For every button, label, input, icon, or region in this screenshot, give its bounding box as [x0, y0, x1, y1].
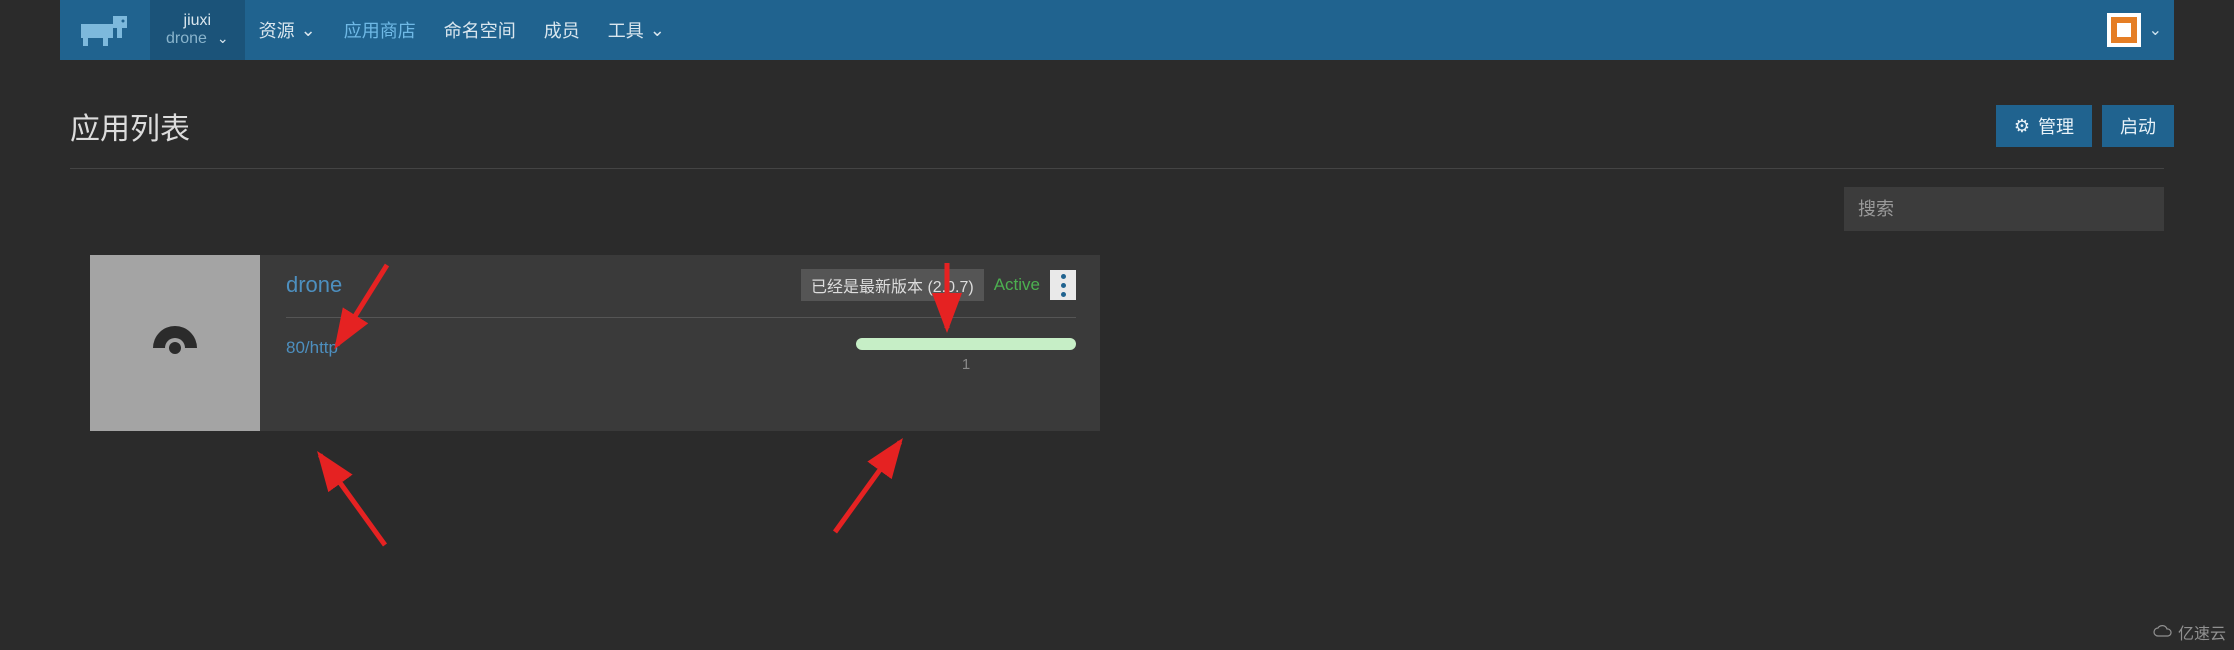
app-icon-box: [90, 255, 260, 431]
launch-button[interactable]: 启动: [2102, 105, 2174, 147]
search-input[interactable]: [1844, 187, 2164, 231]
environment-selector[interactable]: jiuxi drone ⌄: [150, 0, 245, 60]
top-nav-bar: jiuxi drone ⌄ 资源 ⌄ 应用商店 命名空间 成员 工具 ⌄ ⌄: [60, 0, 2174, 60]
status-badge: Active: [994, 275, 1040, 295]
annotation-arrow-icon: [305, 445, 405, 555]
watermark: 亿速云: [2152, 620, 2226, 644]
app-body: drone 已经是最新版本 (2.0.7) Active 80/http 1: [260, 255, 1100, 431]
app-top-row: drone 已经是最新版本 (2.0.7) Active: [286, 269, 1076, 301]
project-name: drone: [166, 30, 207, 48]
divider: [286, 317, 1076, 318]
brand-logo[interactable]: [60, 0, 150, 60]
page-header: 应用列表 ⚙ 管理 启动: [0, 60, 2234, 168]
gear-icon: ⚙: [2014, 116, 2030, 137]
search-row: [0, 169, 2234, 255]
app-bottom-row: 80/http 1: [286, 338, 1076, 373]
nav-app-store[interactable]: 应用商店: [330, 0, 430, 60]
nav-resources[interactable]: 资源 ⌄: [245, 0, 330, 60]
user-avatar[interactable]: [2107, 13, 2141, 47]
header-actions: ⚙ 管理 启动: [1996, 105, 2174, 147]
cattle-logo-icon: [75, 14, 135, 46]
nav-items: 资源 ⌄ 应用商店 命名空间 成员 工具 ⌄: [245, 0, 679, 60]
env-name: jiuxi: [184, 12, 212, 30]
replica-count: 1: [856, 356, 1076, 373]
cloud-icon: [2152, 624, 2174, 640]
chevron-down-icon: ⌄: [650, 20, 665, 41]
nav-tools[interactable]: 工具 ⌄: [594, 0, 679, 60]
chevron-down-icon: ⌄: [217, 31, 229, 46]
nav-members[interactable]: 成员: [530, 0, 594, 60]
drone-logo-icon: [140, 308, 210, 378]
replica-bar: [856, 338, 1076, 350]
page-title: 应用列表: [70, 104, 190, 148]
topbar-right: ⌄: [2107, 13, 2174, 47]
nav-namespaces[interactable]: 命名空间: [430, 0, 530, 60]
app-card: drone 已经是最新版本 (2.0.7) Active 80/http 1: [90, 255, 1100, 431]
version-badge: 已经是最新版本 (2.0.7): [801, 269, 984, 301]
replica-area: 1: [856, 338, 1076, 373]
chevron-down-icon[interactable]: ⌄: [2149, 20, 2162, 40]
port-link[interactable]: 80/http: [286, 338, 338, 358]
app-name-link[interactable]: drone: [286, 272, 342, 298]
manage-button[interactable]: ⚙ 管理: [1996, 105, 2092, 147]
kebab-menu-button[interactable]: [1050, 270, 1076, 300]
chevron-down-icon: ⌄: [301, 20, 316, 41]
annotation-arrow-icon: [825, 432, 915, 542]
